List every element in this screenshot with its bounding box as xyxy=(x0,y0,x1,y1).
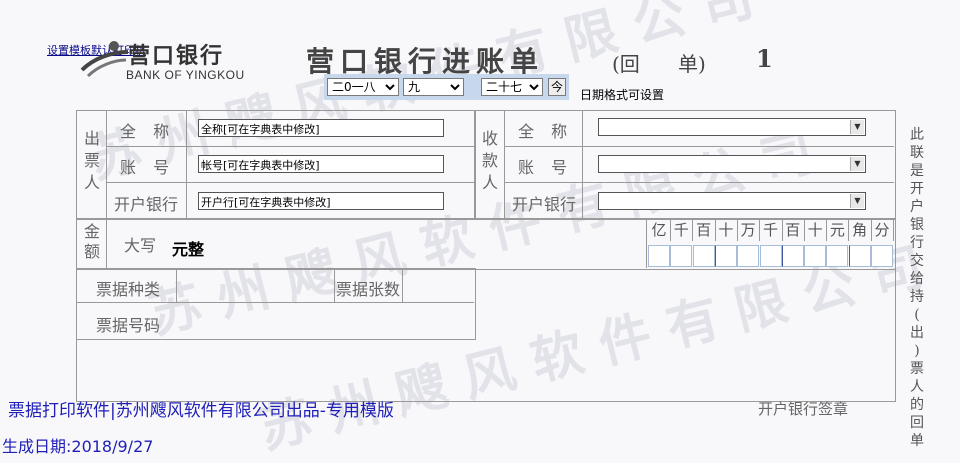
digit-header: 元 xyxy=(826,219,850,241)
digit-cell[interactable] xyxy=(871,245,893,267)
digit-header: 千 xyxy=(670,219,694,241)
digit-cell[interactable] xyxy=(759,245,782,267)
digit-cell[interactable] xyxy=(648,245,670,267)
digit-cell[interactable] xyxy=(714,245,737,267)
form-subtitle-open: (回 xyxy=(612,52,640,76)
date-format-hint: 日期格式可设置 xyxy=(580,88,665,102)
chevron-down-icon[interactable]: ▼ xyxy=(850,157,864,171)
digit-cell[interactable] xyxy=(848,245,871,267)
bank-name-cn: 营口银行 xyxy=(128,43,225,69)
digit-header: 百 xyxy=(693,219,716,241)
payer-account-input[interactable]: 帐号[可在字典表中修改] xyxy=(198,155,444,173)
payer-name-label: 全 称 xyxy=(120,122,176,141)
digit-header: 角 xyxy=(849,219,872,241)
copy-number: 1 xyxy=(756,44,773,73)
payer-name-input[interactable]: 全称[可在字典表中修改] xyxy=(198,119,444,137)
payee-account-label: 账 号 xyxy=(518,158,574,177)
digit-header: 百 xyxy=(782,219,805,241)
digit-cell[interactable] xyxy=(804,245,827,267)
digit-header: 千 xyxy=(760,219,783,241)
digit-cell[interactable] xyxy=(692,245,715,267)
digit-cell[interactable] xyxy=(737,245,760,267)
day-select[interactable]: 二十七 xyxy=(481,78,543,96)
payer-bank-input[interactable]: 开户行[可在字典表中修改] xyxy=(198,192,444,210)
amount-side-label: 金额 xyxy=(84,222,101,261)
chevron-down-icon[interactable]: ▼ xyxy=(850,120,864,134)
bank-name-en: BANK OF YINGKOU xyxy=(126,68,245,82)
digit-header: 十 xyxy=(804,219,828,241)
payee-name-select[interactable]: ▼ xyxy=(598,118,866,136)
payee-name-label: 全 称 xyxy=(518,122,574,141)
bill-type-label: 票据种类 xyxy=(96,280,161,299)
generation-date: 生成日期:2018/9/27 xyxy=(2,437,154,456)
payee-bank-select[interactable]: ▼ xyxy=(598,192,866,210)
bank-logo-icon xyxy=(80,41,129,78)
digit-cell[interactable] xyxy=(781,245,804,267)
payer-account-label: 账 号 xyxy=(120,158,176,177)
digit-header: 亿 xyxy=(648,219,671,241)
bill-count-label: 票据张数 xyxy=(336,280,401,299)
today-button[interactable]: 今 xyxy=(548,78,566,96)
digit-cell[interactable] xyxy=(670,245,693,267)
year-select[interactable]: 二0一八 xyxy=(327,78,399,96)
footer-credit: 票据打印软件|苏州飕风软件有限公司出品-专用模版 xyxy=(8,401,394,421)
amount-words-label: 大写 xyxy=(124,236,157,255)
payee-bank-label: 开户银行 xyxy=(512,195,577,214)
payee-side-label: 收款人 xyxy=(482,129,499,192)
digit-cell[interactable] xyxy=(826,245,849,267)
copy-purpose-note: 此联是开户银行交给持(出) 票人的回单 xyxy=(910,127,924,449)
bank-seal-label: 开户银行签章 xyxy=(758,400,849,418)
digit-header: 分 xyxy=(871,219,894,241)
bill-number-label: 票据号码 xyxy=(96,316,161,335)
digit-header: 万 xyxy=(737,219,761,241)
payee-account-select[interactable]: ▼ xyxy=(598,155,866,173)
payer-side-label: 出票人 xyxy=(84,129,101,192)
amount-words-value[interactable]: 元整 xyxy=(172,236,204,260)
form-subtitle-close: 单) xyxy=(678,52,706,76)
month-select[interactable]: 九 xyxy=(403,78,464,96)
bank-logo xyxy=(78,38,130,84)
chevron-down-icon[interactable]: ▼ xyxy=(850,194,864,208)
digit-header: 十 xyxy=(715,219,738,241)
payer-bank-label: 开户银行 xyxy=(114,195,179,214)
